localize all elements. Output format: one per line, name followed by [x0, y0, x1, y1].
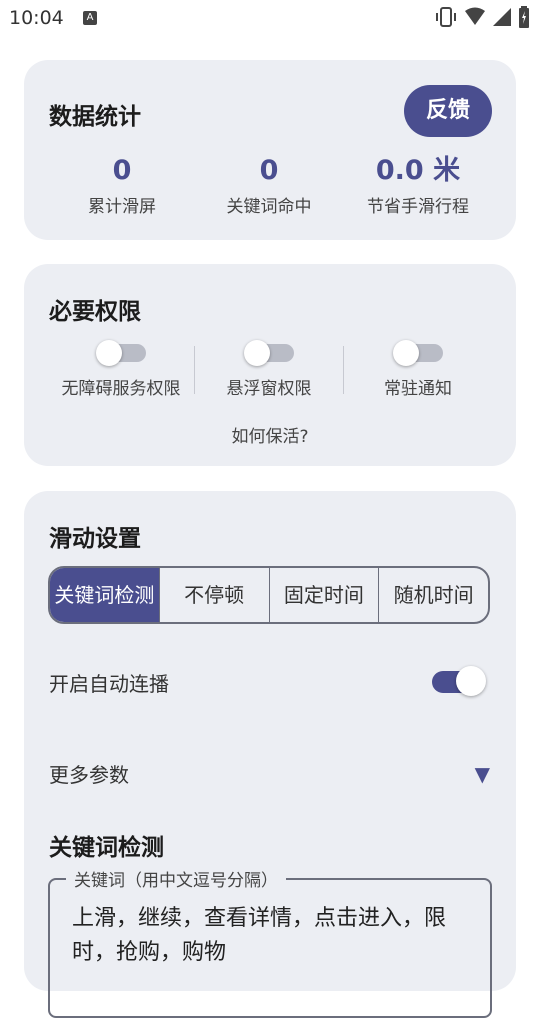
cell-signal-icon — [493, 8, 511, 26]
stats-title: 数据统计 — [49, 104, 141, 130]
perm-label: 悬浮窗权限 — [226, 379, 312, 399]
stat-label: 关键词命中 — [226, 197, 312, 217]
battery-icon — [519, 6, 529, 28]
perm-accessibility: 无障碍服务权限 — [58, 340, 184, 399]
stat-distance: 0.0 米 节省手滑行程 — [348, 155, 488, 218]
system-icons — [434, 6, 530, 28]
status-time: 10:04 — [9, 7, 64, 29]
stat-value: 0 — [112, 155, 132, 186]
permissions-title: 必要权限 — [49, 299, 141, 325]
mode-segmented-control: 关键词检测 不停顿 固定时间 随机时间 — [48, 566, 490, 624]
mode-fixed-time[interactable]: 固定时间 — [270, 568, 380, 622]
permissions-card: 必要权限 无障碍服务权限 悬浮窗权限 常驻通知 如何保活? — [24, 264, 516, 466]
status-bar: 10:04 A — [0, 0, 540, 36]
perm-label: 常驻通知 — [384, 379, 452, 399]
mode-no-pause[interactable]: 不停顿 — [160, 568, 270, 622]
autoplay-toggle[interactable] — [432, 666, 486, 698]
stat-label: 累计滑屏 — [88, 197, 156, 217]
divider — [343, 346, 344, 394]
keyword-field-label: 关键词（用中文逗号分隔） — [66, 866, 286, 891]
vibrate-icon — [436, 7, 456, 27]
feedback-button[interactable]: 反馈 — [404, 85, 492, 137]
divider — [194, 346, 195, 394]
more-params-label[interactable]: 更多参数 — [49, 759, 129, 788]
stat-swipes: 0 累计滑屏 — [52, 155, 192, 218]
stat-value: 0 — [259, 155, 279, 186]
keep-alive-help-link[interactable]: 如何保活? — [24, 422, 516, 447]
keyword-section-title: 关键词检测 — [49, 835, 164, 861]
perm-notification: 常驻通知 — [355, 340, 481, 399]
slide-settings-card: 滑动设置 关键词检测 不停顿 固定时间 随机时间 开启自动连播 更多参数 ▼ 关… — [24, 491, 516, 1018]
slide-settings-title: 滑动设置 — [49, 526, 141, 552]
accessibility-toggle[interactable] — [96, 340, 146, 366]
wifi-icon — [465, 7, 485, 25]
mode-keyword-detect[interactable]: 关键词检测 — [50, 568, 160, 622]
stat-keyword-hits: 0 关键词命中 — [199, 155, 339, 218]
chevron-down-icon[interactable]: ▼ — [475, 762, 490, 786]
perm-label: 无障碍服务权限 — [61, 379, 181, 399]
notification-toggle[interactable] — [393, 340, 443, 366]
mode-random-time[interactable]: 随机时间 — [379, 568, 488, 622]
stats-card: 数据统计 反馈 0 累计滑屏 0 关键词命中 0.0 米 节省手滑行程 — [24, 60, 516, 240]
autoplay-label: 开启自动连播 — [49, 672, 169, 696]
stat-label: 节省手滑行程 — [367, 197, 469, 217]
notification-a-icon: A — [83, 11, 97, 25]
keyword-field[interactable]: 关键词（用中文逗号分隔） 上滑，继续，查看详情，点击进入，限时，抢购，购物 — [48, 866, 492, 1018]
perm-overlay: 悬浮窗权限 — [206, 340, 332, 399]
overlay-toggle[interactable] — [244, 340, 294, 366]
stat-value: 0.0 米 — [375, 155, 461, 186]
